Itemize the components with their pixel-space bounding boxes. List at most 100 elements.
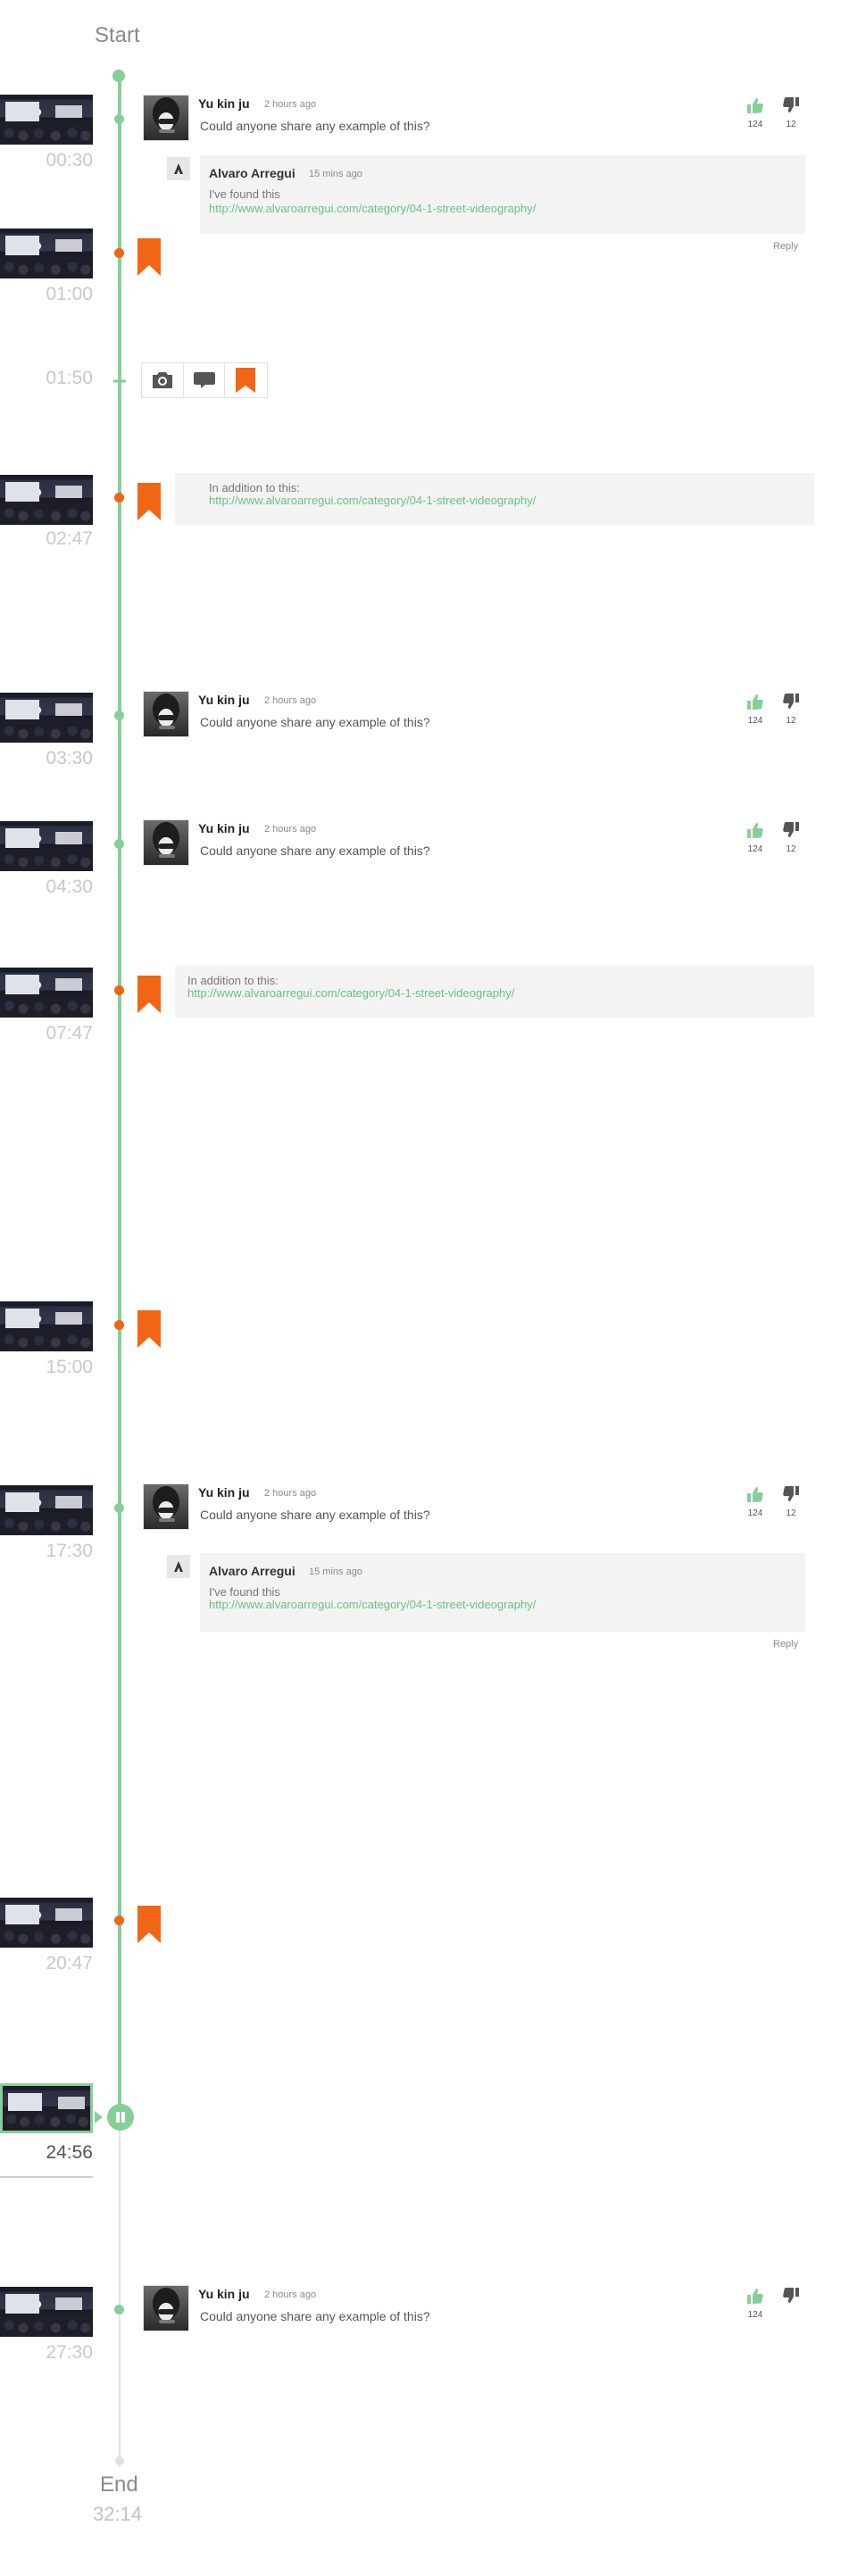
video-thumbnail[interactable] xyxy=(0,229,93,278)
thumbs-down-icon[interactable] xyxy=(782,821,800,839)
video-thumbnail[interactable] xyxy=(0,1301,93,1351)
video-thumbnail[interactable] xyxy=(0,968,93,1018)
entry-time: 17:30 xyxy=(46,1541,93,1561)
thumbs-up-icon[interactable] xyxy=(746,1485,764,1503)
video-thumbnail[interactable] xyxy=(0,95,93,145)
reply-time: 15 mins ago xyxy=(309,169,362,179)
pause-button[interactable] xyxy=(107,2104,134,2131)
avatar xyxy=(143,819,189,866)
thumbs-up-icon[interactable] xyxy=(746,821,764,839)
reply-avatar xyxy=(167,157,190,180)
timeline-end-label: End xyxy=(100,2472,138,2497)
timeline-marker[interactable] xyxy=(114,1503,124,1513)
thumbs-down-icon[interactable] xyxy=(782,693,800,710)
entry-time: 00:30 xyxy=(46,150,93,170)
timeline-marker[interactable] xyxy=(114,1320,124,1330)
bookmark-icon[interactable] xyxy=(137,238,161,276)
like-count: 124 xyxy=(747,716,763,726)
entry-time: 20:47 xyxy=(46,1953,93,1974)
thumbs-up-icon[interactable] xyxy=(746,693,764,710)
timeline-marker[interactable] xyxy=(114,710,124,720)
reply-author[interactable]: Alvaro Arregui xyxy=(209,1564,295,1578)
timeline-marker[interactable] xyxy=(114,1915,124,1925)
comment-time: 2 hours ago xyxy=(264,99,317,110)
thumbs-down-icon[interactable] xyxy=(782,2287,800,2305)
timeline-marker[interactable] xyxy=(114,114,124,124)
comment-text: Could anyone share any example of this? xyxy=(200,715,430,729)
reply-author[interactable]: Alvaro Arregui xyxy=(209,166,295,180)
current-time: 24:56 xyxy=(46,2142,93,2163)
entry-time: 04:30 xyxy=(46,877,93,897)
comment-author[interactable]: Yu kin ju xyxy=(198,1485,250,1500)
thumbs-up-icon[interactable] xyxy=(746,2287,764,2305)
add-snapshot-button[interactable] xyxy=(142,363,183,397)
comment-author[interactable]: Yu kin ju xyxy=(198,2287,250,2301)
reply-button[interactable]: Reply xyxy=(773,1639,798,1649)
video-thumbnail[interactable] xyxy=(0,1898,93,1948)
pause-icon xyxy=(107,2104,134,2131)
timeline-marker[interactable] xyxy=(114,248,124,258)
reply-link-url[interactable]: http://www.alvaroarregui.com/category/04… xyxy=(209,1598,536,1611)
comment-time: 2 hours ago xyxy=(264,695,317,706)
comment-author[interactable]: Yu kin ju xyxy=(198,96,250,111)
note-text: In addition to this: xyxy=(209,481,300,494)
entry-time: 15:00 xyxy=(46,1357,93,1377)
camera-icon xyxy=(153,372,172,388)
brand-logo-icon xyxy=(174,1561,183,1572)
reply-text: I've found this xyxy=(209,187,280,201)
dislike-count: 12 xyxy=(786,1508,796,1518)
thumbs-down-icon[interactable] xyxy=(782,96,800,114)
bookmark-icon[interactable] xyxy=(137,1906,161,1943)
comment-text: Could anyone share any example of this? xyxy=(200,2309,430,2323)
timeline-marker[interactable] xyxy=(114,2305,124,2314)
avatar xyxy=(143,2285,189,2331)
bookmark-icon[interactable] xyxy=(137,976,161,1013)
reply-button[interactable]: Reply xyxy=(773,241,798,252)
bookmark-icon[interactable] xyxy=(137,1310,161,1348)
dislike-count: 12 xyxy=(786,120,796,129)
video-thumbnail[interactable] xyxy=(0,1485,93,1535)
comment-time: 2 hours ago xyxy=(264,1488,317,1499)
reply-text: I've found this xyxy=(209,1585,280,1599)
note-link[interactable]: http://www.alvaroarregui.com/category/04… xyxy=(209,494,536,507)
add-comment-button[interactable] xyxy=(183,363,225,397)
speech-bubble-icon xyxy=(194,372,215,388)
reply-link-url[interactable]: http://www.alvaroarregui.com/category/04… xyxy=(209,202,536,215)
note-link[interactable]: http://www.alvaroarregui.com/category/04… xyxy=(187,986,514,1000)
bookmark-icon xyxy=(236,368,255,393)
comment-text: Could anyone share any example of this? xyxy=(200,843,430,858)
avatar xyxy=(143,95,189,141)
thumbs-down-icon[interactable] xyxy=(782,1485,800,1503)
timeline-marker[interactable] xyxy=(114,493,124,503)
video-thumbnail[interactable] xyxy=(0,475,93,525)
thumbs-up-icon[interactable] xyxy=(746,96,764,114)
entry-time: 07:47 xyxy=(46,1023,93,1043)
bookmark-icon[interactable] xyxy=(137,483,161,520)
avatar xyxy=(143,691,189,737)
entry-time: 03:30 xyxy=(46,748,93,769)
add-bookmark-button[interactable] xyxy=(224,363,266,397)
current-frame-thumbnail[interactable] xyxy=(0,2083,93,2133)
comment-time: 2 hours ago xyxy=(264,824,317,835)
timeline-end-dot xyxy=(115,2456,124,2465)
brand-logo-icon xyxy=(174,163,183,174)
timeline-marker[interactable] xyxy=(114,839,124,849)
comment-author[interactable]: Yu kin ju xyxy=(198,821,250,835)
like-count: 124 xyxy=(747,844,763,854)
comment-text: Could anyone share any example of this? xyxy=(200,119,430,133)
plus-icon[interactable] xyxy=(112,373,128,389)
timeline-marker[interactable] xyxy=(114,985,124,995)
dislike-count: 12 xyxy=(786,716,796,726)
current-time-divider xyxy=(0,2176,93,2178)
reply-avatar xyxy=(167,1555,190,1578)
timeline-end-time: 32:14 xyxy=(93,2503,143,2525)
entry-time: 02:47 xyxy=(46,528,93,549)
video-thumbnail[interactable] xyxy=(0,2287,93,2337)
video-thumbnail[interactable] xyxy=(0,693,93,743)
add-entry-time: 01:50 xyxy=(46,368,93,388)
timeline-remaining-line[interactable] xyxy=(119,2119,121,2467)
video-thumbnail[interactable] xyxy=(0,821,93,871)
timeline-start-label: Start xyxy=(95,23,140,47)
comment-author[interactable]: Yu kin ju xyxy=(198,693,250,707)
comment-text: Could anyone share any example of this? xyxy=(200,1508,430,1522)
